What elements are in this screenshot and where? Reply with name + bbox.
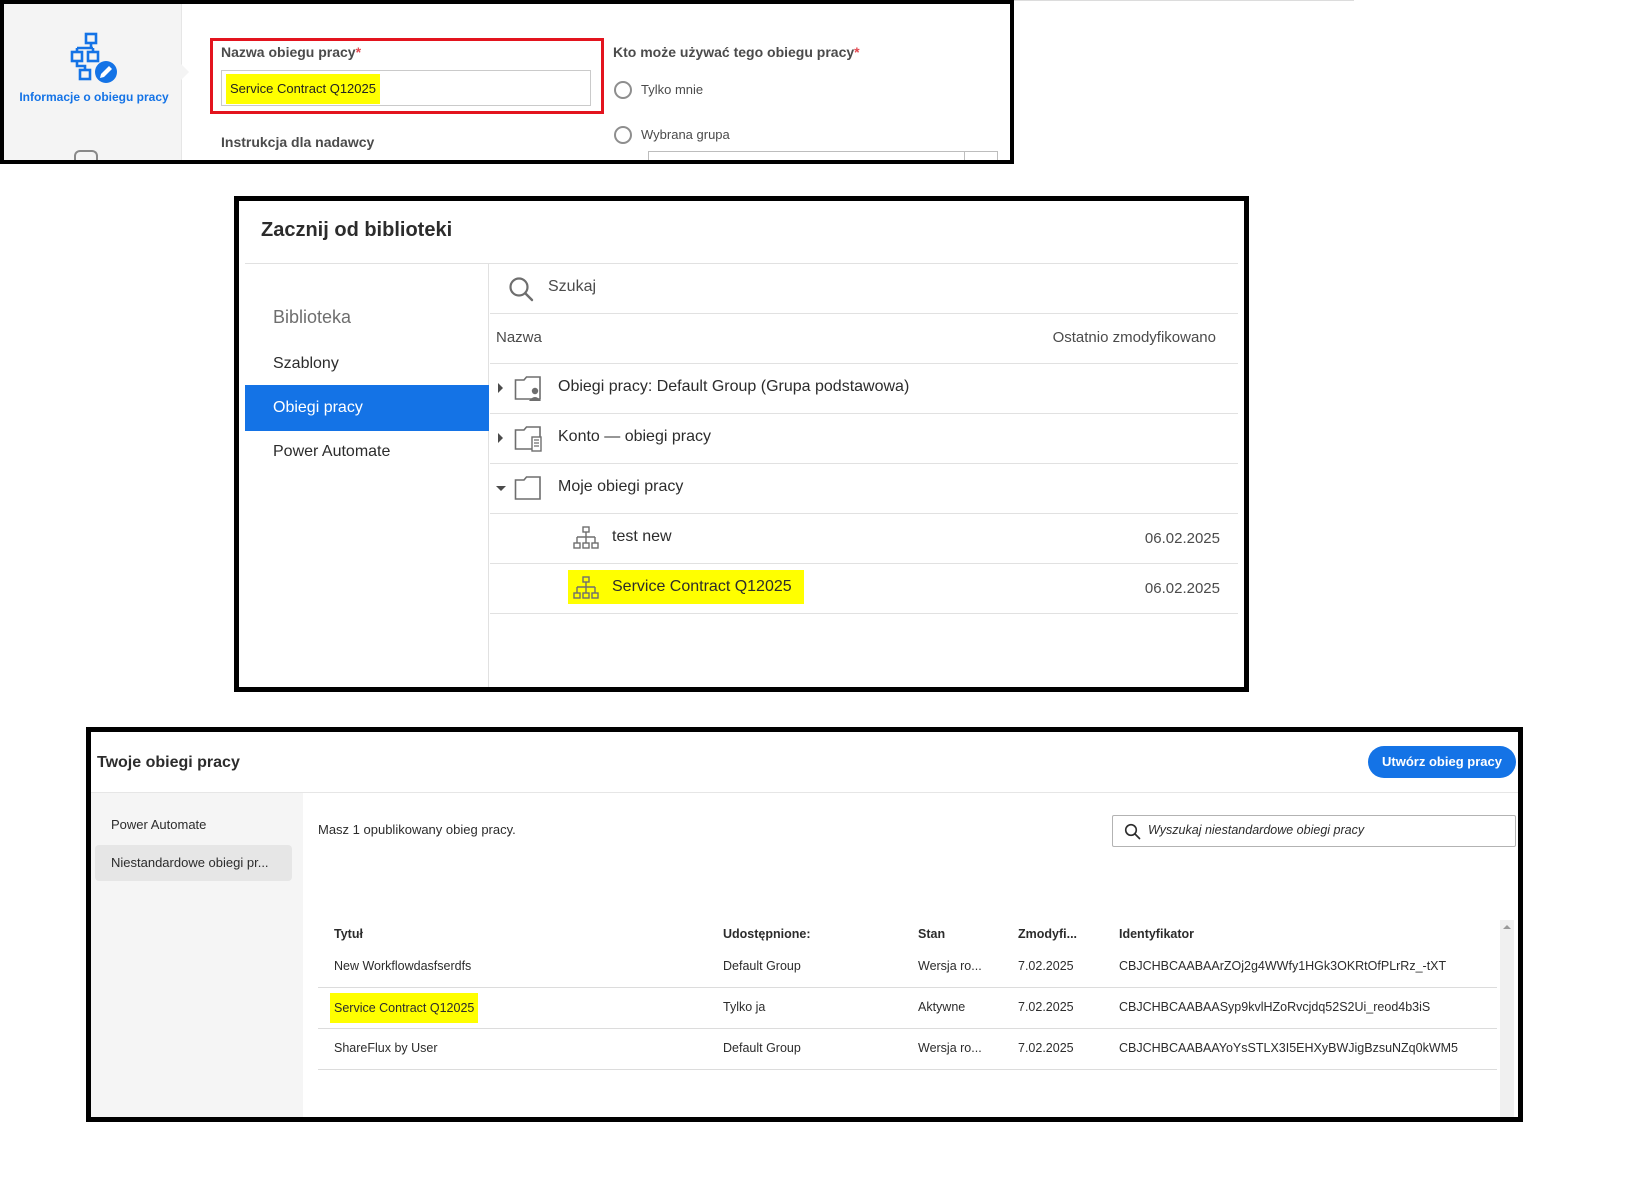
list-item[interactable]: Obiegi pracy: Default Group (Grupa podst…: [490, 364, 1238, 414]
who-can-use-label: Kto może używać tego obiegu pracy*: [613, 44, 860, 60]
list-item[interactable]: Service Contract Q12025 06.02.2025: [490, 564, 1238, 614]
column-identifier[interactable]: Identyfikator: [1119, 927, 1194, 941]
row-name: Moje obiegi pracy: [558, 478, 684, 495]
search-icon: [1124, 823, 1141, 840]
radio-selected-group[interactable]: [614, 126, 632, 144]
row-date: 06.02.2025: [1144, 580, 1220, 597]
list-item[interactable]: test new 06.02.2025: [490, 514, 1238, 564]
active-step-pointer: [181, 64, 189, 80]
published-count-text: Masz 1 opublikowany obieg pracy.: [318, 822, 516, 837]
radio-only-me-label[interactable]: Tylko mnie: [641, 82, 703, 97]
table-row[interactable]: ShareFlux by User Default Group Wersja r…: [318, 1029, 1497, 1070]
library-dialog: Zacznij od biblioteki Biblioteka Szablon…: [234, 196, 1249, 692]
sidebar-heading: Biblioteka: [273, 307, 352, 327]
scrollbar[interactable]: [1500, 920, 1514, 1117]
row-name: test new: [612, 528, 672, 545]
cell-title[interactable]: ShareFlux by User: [334, 1041, 438, 1055]
sidebar-item-workflows[interactable]: Obiegi pracy: [245, 385, 489, 431]
workflow-icon: [573, 526, 599, 549]
column-modified[interactable]: Zmodyfi...: [1018, 927, 1077, 941]
custom-workflows-search[interactable]: Wyszukaj niestandardowe obiegi pracy: [1112, 815, 1516, 847]
next-step-icon: [74, 150, 98, 160]
workflows-sidebar: Power Automate Niestandardowe obiegi pr.…: [91, 793, 303, 1117]
column-name[interactable]: Nazwa: [496, 329, 542, 346]
row-name: Obiegi pracy: Default Group (Grupa podst…: [558, 378, 910, 395]
dialog-title: Zacznij od biblioteki: [261, 219, 453, 241]
search-input[interactable]: Wyszukaj niestandardowe obiegi pracy: [1148, 823, 1364, 837]
collapse-arrow-icon[interactable]: [496, 486, 506, 491]
required-mark: *: [854, 44, 860, 60]
cell-modified: 7.02.2025: [1018, 959, 1074, 973]
page-title: Twoje obiegi pracy: [97, 754, 240, 771]
table-header: Nazwa Ostatnio zmodyfikowano: [490, 314, 1238, 364]
cell-title[interactable]: Service Contract Q12025: [330, 993, 479, 1023]
cell-shared: Tylko ja: [723, 1000, 766, 1014]
sender-instructions-label: Instrukcja dla nadawcy: [221, 134, 375, 150]
sidebar-item-power-automate[interactable]: Power Automate: [95, 807, 292, 843]
who-can-use-label-text: Kto może używać tego obiegu pracy: [613, 44, 855, 60]
account-folder-icon: [514, 426, 542, 452]
library-search[interactable]: Szukaj: [490, 264, 1238, 314]
radio-only-me[interactable]: [614, 81, 632, 99]
group-folder-icon: [514, 376, 541, 401]
column-title[interactable]: Tytuł: [334, 927, 363, 941]
cell-state: Wersja ro...: [918, 1041, 982, 1055]
divider: [1014, 0, 1354, 1]
column-shared[interactable]: Udostępnione:: [723, 927, 811, 941]
table-row[interactable]: Service Contract Q12025 Tylko ja Aktywne…: [318, 988, 1497, 1029]
create-workflow-button[interactable]: Utwórz obieg pracy: [1368, 746, 1516, 778]
cell-modified: 7.02.2025: [1018, 1041, 1074, 1055]
search-input[interactable]: Szukaj: [548, 278, 596, 296]
row-name: Service Contract Q12025: [612, 578, 792, 595]
sidebar-item-templates[interactable]: Szablony: [245, 341, 489, 387]
cell-shared: Default Group: [723, 959, 801, 973]
table-row[interactable]: New Workflowdasfserdfs Default Group Wer…: [318, 947, 1497, 988]
group-select[interactable]: [648, 151, 998, 160]
workflow-name-value: Service Contract Q12025: [226, 74, 380, 104]
folder-icon: [514, 476, 541, 500]
cell-identifier: CBJCHBCAABAArZOj2g4WWfy1HGk3OKRtOfPLrRz_…: [1119, 959, 1447, 973]
sidebar-item-workflow-info[interactable]: Informacje o obiegu pracy: [14, 90, 174, 105]
cell-state: Aktywne: [918, 1000, 966, 1014]
list-item[interactable]: Moje obiegi pracy: [490, 464, 1238, 514]
workflow-icon: [573, 576, 599, 599]
list-item[interactable]: Konto — obiegi pracy: [490, 414, 1238, 464]
row-date: 06.02.2025: [1144, 530, 1220, 547]
cell-shared: Default Group: [723, 1041, 801, 1055]
search-icon: [509, 277, 534, 302]
workflow-edit-icon: [70, 32, 117, 83]
expand-arrow-icon[interactable]: [498, 383, 503, 393]
radio-selected-group-label[interactable]: Wybrana grupa: [641, 127, 730, 142]
column-state[interactable]: Stan: [918, 927, 945, 941]
cell-title[interactable]: New Workflowdasfserdfs: [334, 959, 471, 973]
expand-arrow-icon[interactable]: [498, 433, 503, 443]
workflow-name-input[interactable]: Service Contract Q12025: [221, 70, 591, 106]
your-workflows-panel: Twoje obiegi pracy Utwórz obieg pracy Po…: [86, 727, 1523, 1122]
column-modified[interactable]: Ostatnio zmodyfikowano: [1053, 329, 1216, 346]
cell-identifier: CBJCHBCAABAASyp9kvlHZoRvcjdq52S2Ui_reod4…: [1119, 1000, 1431, 1014]
library-sidebar: Biblioteka Szablony Obiegi pracy Power A…: [245, 264, 489, 687]
sidebar-item-power-automate[interactable]: Power Automate: [245, 429, 489, 475]
cell-identifier: CBJCHBCAABAAYoYsSTLX3I5EHXyBWJigBzsuNZq0…: [1119, 1041, 1458, 1055]
workflow-steps-sidebar: Informacje o obiegu pracy: [4, 4, 189, 160]
workflow-info-panel: Informacje o obiegu pracy Nazwa obiegu p…: [0, 0, 1014, 164]
sidebar-item-custom-workflows[interactable]: Niestandardowe obiegi pr...: [95, 845, 292, 881]
divider: [91, 792, 1518, 793]
cell-state: Wersja ro...: [918, 959, 982, 973]
cell-modified: 7.02.2025: [1018, 1000, 1074, 1014]
row-name: Konto — obiegi pracy: [558, 428, 711, 445]
